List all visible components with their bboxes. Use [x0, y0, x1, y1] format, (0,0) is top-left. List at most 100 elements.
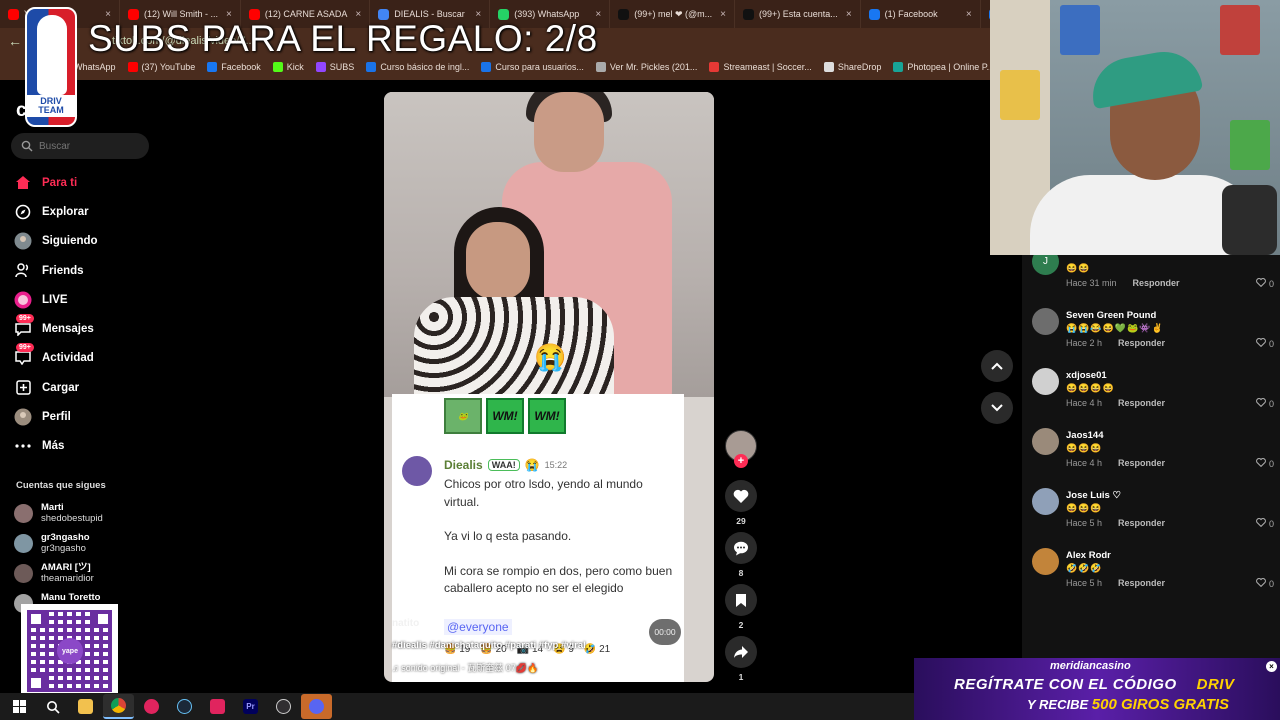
media-icon[interactable] [136, 694, 167, 719]
sidebar-item-live[interactable]: LIVE [14, 285, 154, 314]
discord-icon[interactable] [301, 694, 332, 719]
chat-time: 15:22 [544, 460, 568, 470]
like-button[interactable] [725, 480, 757, 512]
sidebar-nav: Para ti Explorar Siguiendo Friends LIVE 99+ Me… [14, 168, 154, 461]
comment-like-button[interactable]: 0 [1256, 578, 1274, 589]
reply-button[interactable]: Responder [1118, 338, 1165, 348]
comment-meta: Hace 5 h Responder [1066, 578, 1165, 588]
chat-mention: @everyone [444, 619, 512, 635]
following-list: Marti shedobestupid gr3ngasho gr3ngasho AMAR… [14, 498, 154, 618]
comment-like-button[interactable]: 0 [1256, 458, 1274, 469]
sidebar-item-label: Cargar [42, 381, 80, 394]
bookmark-item[interactable]: SUBS [315, 62, 354, 72]
browser-tab[interactable]: (99+) mel ❤ (@m... × [610, 0, 736, 28]
comment-count: 8 [738, 568, 744, 578]
sidebar-item-label: Para ti [42, 176, 78, 189]
sidebar-item-friends[interactable]: Friends [14, 256, 154, 285]
avatar[interactable] [1032, 308, 1059, 335]
previous-video-button[interactable] [981, 350, 1013, 382]
sidebar-item-cargar[interactable]: Cargar [14, 373, 154, 402]
steam-icon[interactable] [169, 694, 200, 719]
comment-author[interactable]: Seven Green Pound [1066, 310, 1156, 321]
bookmark-item[interactable]: Ver Mr. Pickles (201... [595, 62, 697, 72]
comment-like-button[interactable]: 0 [1256, 518, 1274, 529]
comment-time: Hace 4 h [1066, 458, 1103, 468]
video-time: 00:00 [649, 619, 681, 645]
comment-text: 😭😭😂😆💚🐸👾✌ [1066, 323, 1164, 333]
close-icon[interactable]: × [1266, 661, 1277, 672]
reply-button[interactable]: Responder [1118, 518, 1165, 528]
bookmark-favicon-icon [366, 62, 377, 72]
bookmark-item[interactable]: Curso básico de ingl... [366, 62, 469, 72]
reply-button[interactable]: Responder [1133, 278, 1180, 288]
sidebar-item-label: Mensajes [42, 323, 94, 336]
video-player[interactable]: 😭 🐸 WM! WM! Diealis WAA! 😭 15:22 Chicos … [384, 92, 714, 682]
comment-button[interactable] [725, 532, 757, 564]
bookmark-item[interactable]: Facebook [207, 62, 261, 72]
sidebar-item-para-ti[interactable]: Para ti [14, 168, 154, 197]
reply-button[interactable]: Responder [1118, 578, 1165, 588]
search-box[interactable] [11, 133, 149, 159]
tab-close-icon[interactable]: × [958, 9, 972, 20]
bookmark-item[interactable]: Kick [272, 62, 304, 72]
bookmark-item[interactable]: Curso para usuarios... [481, 62, 584, 72]
reaction-count: 21 [599, 644, 611, 655]
reply-button[interactable]: Responder [1118, 458, 1165, 468]
chevron-down-icon [991, 404, 1003, 412]
following-account[interactable]: gr3ngasho gr3ngasho [14, 528, 154, 558]
sidebar-item-siguiendo[interactable]: Siguiendo [14, 227, 154, 256]
comment-author[interactable]: xdjose01 [1066, 370, 1107, 381]
bookmark-item[interactable]: (37) YouTube [127, 62, 195, 72]
following-account[interactable]: Marti shedobestupid [14, 498, 154, 528]
reply-button[interactable]: Responder [1118, 398, 1165, 408]
search-input[interactable] [39, 140, 139, 152]
chrome-icon[interactable] [103, 694, 134, 719]
sidebar-item-explorar[interactable]: Explorar [14, 197, 154, 226]
comment-like-button[interactable]: 0 [1256, 278, 1274, 289]
bookmark-favicon-icon [207, 62, 218, 72]
casino-ad-banner[interactable]: meridiancasino REGÍTRATE CON EL CÓDIGO DR… [914, 658, 1280, 720]
avatar[interactable] [1032, 548, 1059, 575]
search-icon[interactable] [37, 694, 68, 719]
following-account[interactable]: AMARI [ツ] theamaridior [14, 558, 154, 588]
sidebar-item-actividad[interactable]: 99+ Actividad [14, 343, 154, 373]
comment-author[interactable]: Alex Rodr [1066, 550, 1111, 561]
explorer-icon[interactable] [70, 694, 101, 719]
premiere-icon[interactable]: Pr [235, 694, 266, 719]
next-video-button[interactable] [981, 392, 1013, 424]
tab-close-icon[interactable]: × [838, 9, 852, 20]
bookmark-item[interactable]: Streameast | Soccer... [709, 62, 812, 72]
streamlabs-icon[interactable] [202, 694, 233, 719]
share-count: 1 [738, 672, 744, 682]
comment-like-button[interactable]: 0 [1256, 398, 1274, 409]
comment-author[interactable]: Jose Luis ♡ [1066, 490, 1121, 501]
search-icon [21, 140, 33, 152]
bookmark-item[interactable]: Photopea | Online P... [893, 62, 994, 72]
comment-like-button[interactable]: 0 [1256, 338, 1274, 349]
sidebar-item-perfil[interactable]: Perfil [14, 402, 154, 431]
chat-emoji: 😭 [524, 458, 540, 472]
avatar[interactable] [1032, 488, 1059, 515]
browser-tab[interactable]: (99+) Esta cuenta... × [735, 0, 861, 28]
back-icon[interactable]: ← [8, 33, 22, 49]
account-names: gr3ngasho gr3ngasho [41, 532, 90, 554]
live-icon [14, 291, 32, 309]
sidebar-item-mensajes[interactable]: 99+ Mensajes [14, 314, 154, 343]
save-button[interactable] [725, 584, 757, 616]
bookmark-item[interactable]: ShareDrop [823, 62, 881, 72]
yape-logo: yape [57, 638, 83, 664]
follow-plus-icon[interactable]: + [734, 454, 748, 468]
windows-icon[interactable] [4, 694, 35, 719]
compass-icon [14, 203, 32, 221]
tab-close-icon[interactable]: × [712, 9, 726, 20]
browser-tab[interactable]: (1) Facebook × [861, 0, 981, 28]
video-sound[interactable]: ♫ sonido original - 瓦斯奎兹 07💋🔥 [392, 661, 538, 674]
video-caption[interactable]: #diealis #danichataquito #parati #fyp #v… [392, 640, 586, 651]
avatar[interactable] [1032, 368, 1059, 395]
avatar [14, 503, 33, 523]
sidebar-item-m-s[interactable]: Más [14, 432, 154, 461]
avatar[interactable] [1032, 428, 1059, 455]
comment-author[interactable]: Jaos144 [1066, 430, 1104, 441]
obs-icon[interactable] [268, 694, 299, 719]
share-button[interactable] [725, 636, 757, 668]
